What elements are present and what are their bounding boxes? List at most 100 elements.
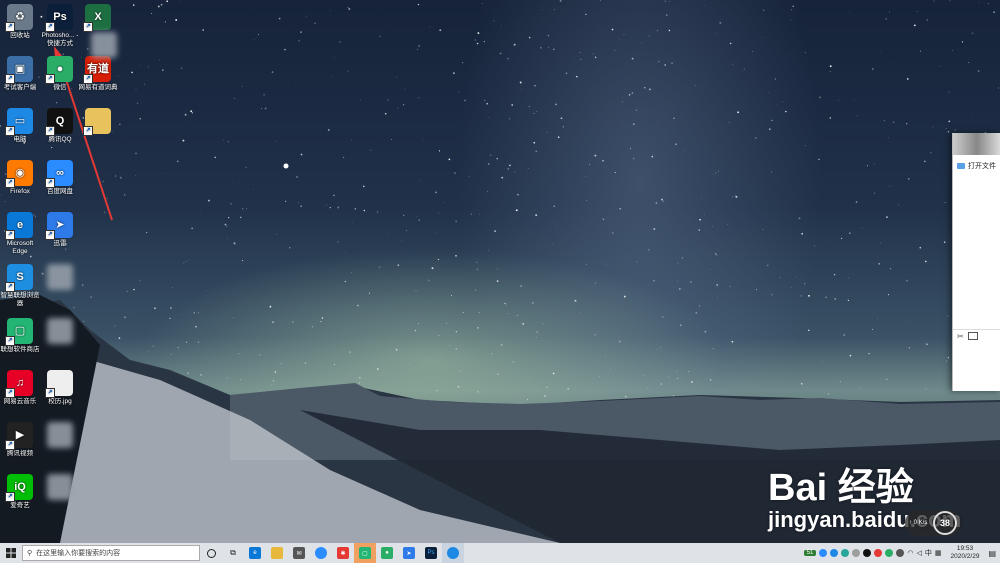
icon-glyph: Ps — [53, 11, 67, 23]
taskbar-photoshop[interactable]: Ps — [420, 543, 442, 563]
start-button[interactable] — [0, 543, 22, 563]
taskbar-app-blue[interactable] — [310, 543, 332, 563]
blurred-desktop-icon[interactable] — [84, 32, 124, 60]
desktop-icon-exam[interactable]: ▣ ↗ 考试客户端 — [0, 56, 40, 92]
scissors-icon[interactable]: ✂ — [957, 332, 964, 343]
desktop-icon-lenovo-store[interactable]: ▢ ↗ 联想软件商店 — [0, 318, 40, 354]
network-speed-badge[interactable]: ↑ 0 K/s 38 — [905, 510, 961, 536]
desktop-icon-baidupan[interactable]: ∞ ↗ 百度网盘 — [40, 160, 80, 196]
icon-glyph: ▣ — [14, 63, 26, 75]
tray-icon-6[interactable] — [874, 549, 883, 557]
shortcut-arrow-icon: ↗ — [83, 22, 93, 32]
desktop-icon-lenovo-browser[interactable]: S ↗ 智慧联想浏览器 — [0, 264, 40, 308]
taskbar-mail[interactable]: ✉ — [288, 543, 310, 563]
desktop-icon-folder[interactable]: ↗ — [78, 108, 118, 136]
lenovo-browser-icon: S ↗ — [5, 264, 33, 292]
desktop-icon-netease-music[interactable]: ♫ ↗ 网易云音乐 — [0, 370, 40, 406]
tray-icon-8[interactable] — [896, 549, 905, 557]
icon-glyph: X — [94, 11, 102, 23]
icon-glyph: e — [16, 219, 24, 231]
shortcut-arrow-icon: ↗ — [5, 178, 15, 188]
cortana-button[interactable] — [200, 543, 222, 563]
taskbar-edge[interactable]: e — [244, 543, 266, 563]
exam-icon: ▣ ↗ — [5, 56, 33, 84]
desktop-icon-computer[interactable]: ▭ ↗ 电脑 — [0, 108, 40, 144]
open-file-window[interactable]: 打开文件 ✂ — [952, 133, 1000, 391]
resume-icon: ↗ — [45, 370, 73, 398]
icon-glyph: ♻ — [15, 11, 25, 23]
taskbar: ⚲ 在这里输入你要搜索的内容 ⧉ e ✉ ✱ ▢ ● ➤ Ps 51 ◠ ◁ 中… — [0, 543, 1000, 563]
edge-icon: e — [249, 547, 261, 559]
wifi-icon[interactable]: ◠ — [907, 549, 913, 557]
shortcut-arrow-icon: ↗ — [5, 230, 15, 240]
blurred-icon — [47, 264, 73, 290]
excel-icon: X ↗ — [83, 4, 111, 32]
desktop-icon-label: 智慧联想浏览器 — [0, 292, 40, 307]
qq-tray-icon[interactable] — [863, 549, 872, 557]
desktop-icon-label: 网易云音乐 — [3, 398, 37, 405]
folder-outline-icon[interactable] — [967, 332, 978, 340]
battery-indicator[interactable]: 51 — [803, 550, 817, 556]
desktop: ♻ ↗ 回收站 Ps ↗ Photosho... - 快捷方式 X ↗ ▣ ↗ 考试客户端 ● ↗ 微信有… — [0, 0, 1000, 543]
search-input[interactable]: ⚲ 在这里输入你要搜索的内容 — [22, 545, 200, 561]
store-icon: ▢ — [359, 547, 371, 559]
window-title[interactable]: 打开文件 — [953, 155, 1000, 177]
window-thumbnail — [953, 133, 1000, 155]
taskbar-wechat[interactable]: ● — [376, 543, 398, 563]
ime-indicator[interactable]: 中 — [925, 548, 932, 558]
desktop-icon-qq[interactable]: Q ↗ 腾讯QQ — [40, 108, 80, 144]
desktop-icon-edge[interactable]: e ↗ Microsoft Edge — [0, 212, 40, 256]
shortcut-arrow-icon: ↗ — [5, 492, 15, 502]
tray-icon-2[interactable] — [830, 549, 839, 557]
taskbar-app-circle[interactable] — [442, 543, 464, 563]
desktop-icon-recycle[interactable]: ♻ ↗ 回收站 — [0, 4, 40, 40]
tray-icon-1[interactable] — [819, 549, 828, 557]
xunlei-icon: ➤ — [403, 547, 415, 559]
desktop-icon-tencent-video[interactable]: ▶ ↗ 腾讯视频 — [0, 422, 40, 458]
clock[interactable]: 19:53 2020/2/29 — [951, 545, 980, 561]
desktop-icon-youdao[interactable]: 有道 ↗ 网易有道词典 — [78, 56, 118, 92]
blurred-desktop-icon[interactable] — [40, 474, 80, 502]
desktop-icon-ps[interactable]: Ps ↗ Photosho... - 快捷方式 — [40, 4, 80, 48]
ps-icon: Ps ↗ — [45, 4, 73, 32]
desktop-icon-wechat[interactable]: ● ↗ 微信 — [40, 56, 80, 92]
app-circle-icon — [447, 547, 459, 559]
icon-glyph: ♫ — [15, 377, 25, 389]
tray-icon-3[interactable] — [841, 549, 850, 557]
taskbar-app-red[interactable]: ✱ — [332, 543, 354, 563]
blurred-icon — [47, 318, 73, 344]
tray-icon-4[interactable] — [852, 549, 861, 557]
memory-percent: 38 — [933, 511, 957, 535]
search-icon: ⚲ — [27, 550, 33, 557]
taskbar-xunlei[interactable]: ➤ — [398, 543, 420, 563]
desktop-icon-label: 腾讯视频 — [7, 450, 33, 457]
xunlei-icon: ➤ ↗ — [45, 212, 73, 240]
desktop-icon-label: 爱奇艺 — [10, 502, 30, 509]
volume-icon[interactable]: ◁ — [917, 549, 922, 557]
desktop-icon-firefox[interactable]: ◉ ↗ Firefox — [0, 160, 40, 196]
task-view-button[interactable]: ⧉ — [222, 543, 244, 563]
icon-glyph: ◉ — [15, 167, 25, 179]
blurred-desktop-icon[interactable] — [40, 264, 80, 292]
icon-glyph: S — [16, 271, 24, 283]
shortcut-arrow-icon: ↗ — [5, 440, 15, 450]
folder-icon: ↗ — [83, 108, 111, 136]
shortcut-arrow-icon: ↗ — [5, 336, 15, 346]
notification-icon[interactable]: ▤ — [988, 549, 996, 558]
desktop-icon-iqiyi[interactable]: iQ ↗ 爱奇艺 — [0, 474, 40, 510]
shortcut-arrow-icon: ↗ — [5, 282, 15, 292]
desktop-icon-xunlei[interactable]: ➤ ↗ 迅雷 — [40, 212, 80, 248]
desktop-icon-excel[interactable]: X ↗ — [78, 4, 118, 32]
desktop-icon-label: Firefox — [10, 188, 30, 195]
taskbar-lenovo-store[interactable]: ▢ — [354, 543, 376, 563]
iqiyi-icon: iQ ↗ — [5, 474, 33, 502]
tray-icon-7[interactable] — [885, 549, 894, 557]
desktop-icon-label: 百度网盘 — [47, 188, 73, 195]
keyboard-icon[interactable]: ▦ — [935, 549, 942, 557]
blurred-icon — [47, 422, 73, 448]
circle-icon — [206, 548, 216, 558]
desktop-icon-resume[interactable]: ↗ 校历.jpg — [40, 370, 80, 406]
taskbar-explorer[interactable] — [266, 543, 288, 563]
blurred-desktop-icon[interactable] — [40, 318, 80, 346]
blurred-desktop-icon[interactable] — [40, 422, 80, 450]
